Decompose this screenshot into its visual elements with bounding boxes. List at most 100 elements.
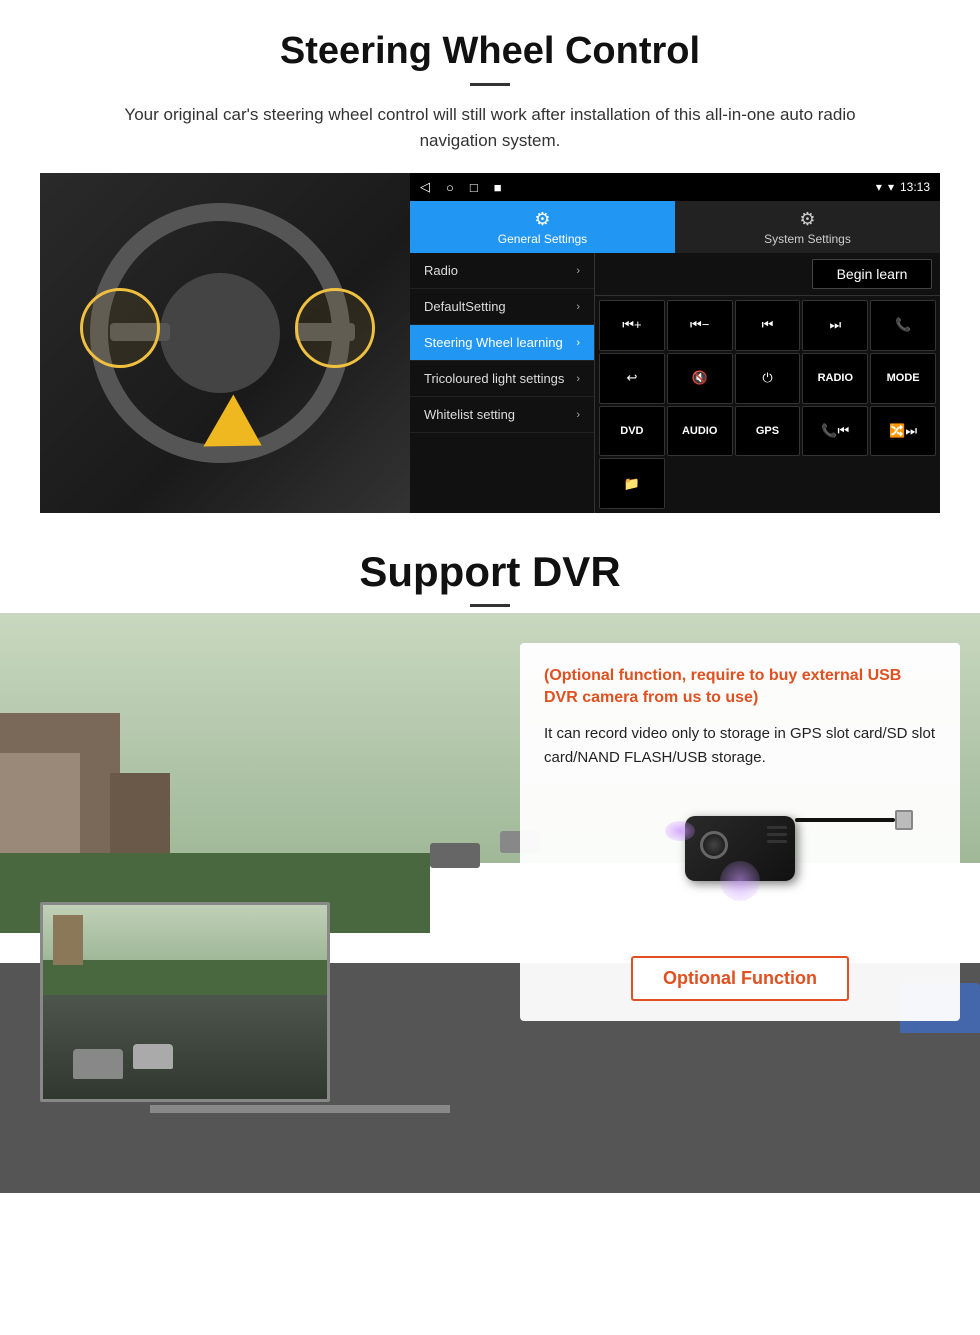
nav-menu-icon[interactable]: ■ (494, 180, 502, 195)
menu-whitelist-label: Whitelist setting (424, 407, 515, 422)
signal-icon: ▾ (876, 180, 882, 194)
next-icon: ⏭ (829, 317, 841, 333)
android-panel: ◁ ○ □ ■ ▾ ▾ 13:13 ⚙ General Settings (410, 173, 940, 513)
dvr-desc-text: It can record video only to storage in G… (544, 722, 936, 770)
nav-home-icon[interactable]: ○ (446, 180, 454, 195)
optional-function-container: Optional Function (544, 956, 936, 1001)
usb-cable (795, 818, 895, 822)
android-right-panel: Begin learn ⏮+ ⏮− ⏮ ⏭ 📞 ↩ 🔇 ⏻ RADIO (595, 253, 940, 513)
page-title: Steering Wheel Control (40, 30, 940, 73)
menu-radio-label: Radio (424, 263, 458, 278)
dvr-thumbnail (40, 902, 330, 1102)
menu-tricoloured-arrow: › (576, 373, 580, 385)
camera-body (685, 816, 795, 881)
tab-general-label: General Settings (498, 232, 587, 246)
ctrl-audio[interactable]: AUDIO (667, 406, 733, 457)
ctrl-phone[interactable]: 📞 (870, 300, 936, 351)
power-icon: ⏻ (762, 370, 772, 386)
steering-demo: ◁ ○ □ ■ ▾ ▾ 13:13 ⚙ General Settings (40, 173, 940, 513)
ctrl-back[interactable]: ↩ (599, 353, 665, 404)
dvd-label: DVD (620, 425, 643, 437)
menu-item-whitelist[interactable]: Whitelist setting › (410, 397, 594, 433)
steering-section: Steering Wheel Control Your original car… (0, 0, 980, 513)
camera-product-area (544, 786, 936, 946)
wifi-icon: ▾ (888, 180, 894, 194)
phone-icon: 📞 (895, 317, 911, 333)
tab-system-settings[interactable]: ⚙ System Settings (675, 201, 940, 253)
ctrl-power[interactable]: ⏻ (735, 353, 801, 404)
thumb-car-1 (73, 1049, 123, 1079)
system-settings-icon: ⚙ (799, 209, 815, 230)
wheel-center (160, 273, 280, 393)
optional-function-button[interactable]: Optional Function (631, 956, 849, 1001)
menu-whitelist-arrow: › (576, 409, 580, 421)
ctrl-prev[interactable]: ⏮ (735, 300, 801, 351)
ctrl-gps[interactable]: GPS (735, 406, 801, 457)
ctrl-vol-down[interactable]: ⏮− (667, 300, 733, 351)
usb-plug (895, 810, 913, 830)
dvr-section: Support DVR (Optional function, require … (0, 513, 980, 1193)
menu-item-default[interactable]: DefaultSetting › (410, 289, 594, 325)
shuffle-icon: 🔀⏭ (889, 423, 917, 439)
nav-recent-icon[interactable]: □ (470, 180, 478, 195)
vent-2 (767, 833, 787, 836)
android-menu: Radio › DefaultSetting › Steering Wheel … (410, 253, 595, 513)
menu-tricoloured-label: Tricoloured light settings (424, 371, 564, 386)
steering-wheel-visual (60, 193, 390, 493)
phone2-icon: 📞⏮ (821, 423, 849, 439)
thumb-sky (43, 905, 327, 960)
camera-glow (720, 861, 760, 901)
menu-steering-arrow: › (576, 337, 580, 349)
gps-label: GPS (756, 425, 779, 437)
vent-3 (767, 840, 787, 843)
vol-down-icon: ⏮− (690, 317, 709, 333)
ctrl-mute[interactable]: 🔇 (667, 353, 733, 404)
ctrl-folder[interactable]: 📁 (599, 458, 665, 509)
camera-illustration (685, 796, 795, 886)
begin-learn-row: Begin learn (595, 253, 940, 296)
menu-radio-arrow: › (576, 265, 580, 277)
nav-back-icon[interactable]: ◁ (420, 179, 430, 195)
ctrl-dvd[interactable]: DVD (599, 406, 665, 457)
back-icon: ↩ (626, 370, 637, 386)
menu-item-tricoloured[interactable]: Tricoloured light settings › (410, 361, 594, 397)
prev-icon: ⏮ (762, 317, 774, 333)
menu-item-radio[interactable]: Radio › (410, 253, 594, 289)
android-content: Radio › DefaultSetting › Steering Wheel … (410, 253, 940, 513)
menu-default-arrow: › (576, 301, 580, 313)
menu-default-label: DefaultSetting (424, 299, 506, 314)
dvr-divider (470, 604, 510, 607)
thumb-trees (43, 955, 327, 995)
tab-general-settings[interactable]: ⚙ General Settings (410, 201, 675, 253)
general-settings-icon: ⚙ (534, 209, 550, 230)
dvr-title-area: Support DVR (0, 548, 980, 607)
camera-lens (700, 831, 728, 859)
dvr-info-box: (Optional function, require to buy exter… (520, 643, 960, 1021)
ctrl-vol-up[interactable]: ⏮+ (599, 300, 665, 351)
dvr-optional-text: (Optional function, require to buy exter… (544, 665, 936, 710)
android-status-right: ▾ ▾ 13:13 (876, 180, 930, 194)
begin-learn-button[interactable]: Begin learn (812, 259, 932, 289)
highlight-left (80, 288, 160, 368)
light-beam (665, 821, 695, 841)
thumb-car-2 (133, 1044, 173, 1069)
ctrl-next[interactable]: ⏭ (802, 300, 868, 351)
dvr-content: Support DVR (Optional function, require … (0, 513, 980, 1162)
ctrl-shuffle[interactable]: 🔀⏭ (870, 406, 936, 457)
mute-icon: 🔇 (692, 370, 708, 386)
tab-system-label: System Settings (764, 232, 851, 246)
radio-label: RADIO (818, 372, 853, 384)
menu-steering-label: Steering Wheel learning (424, 335, 563, 350)
title-divider (470, 83, 510, 86)
menu-item-steering[interactable]: Steering Wheel learning › (410, 325, 594, 361)
android-nav-buttons: ◁ ○ □ ■ (420, 179, 502, 195)
ctrl-mode[interactable]: MODE (870, 353, 936, 404)
mode-label: MODE (887, 372, 920, 384)
audio-label: AUDIO (682, 425, 717, 437)
ctrl-radio[interactable]: RADIO (802, 353, 868, 404)
thumb-road (43, 983, 327, 1099)
control-grid: ⏮+ ⏮− ⏮ ⏭ 📞 ↩ 🔇 ⏻ RADIO MODE DVD AUDIO (595, 296, 940, 513)
dvr-title: Support DVR (0, 548, 980, 596)
vol-up-icon: ⏮+ (622, 317, 641, 333)
ctrl-phone2[interactable]: 📞⏮ (802, 406, 868, 457)
